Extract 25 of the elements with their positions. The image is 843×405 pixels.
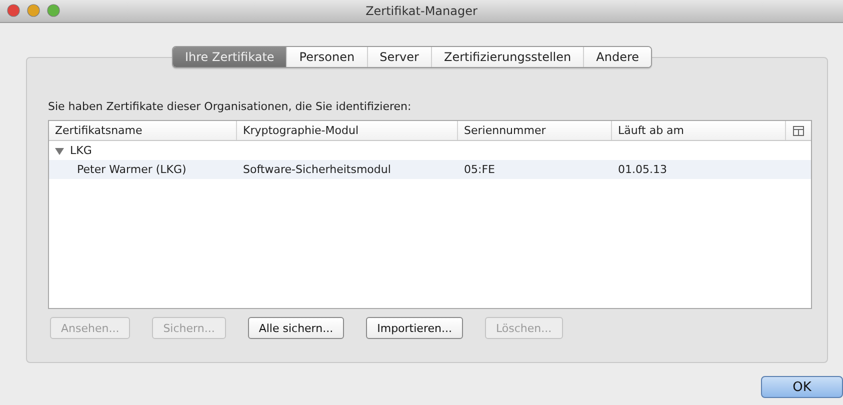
minimize-icon[interactable]: [27, 4, 40, 17]
close-icon[interactable]: [7, 4, 20, 17]
column-header[interactable]: Läuft ab am: [612, 121, 786, 140]
table-row[interactable]: Peter Warmer (LKG) Software-Sicherheitsmodul 05:FE 01.05.13: [49, 160, 811, 179]
tab[interactable]: Ihre Zertifikate: [172, 47, 286, 67]
column-header[interactable]: Seriennummer: [458, 121, 612, 140]
column-header[interactable]: Kryptographie-Modul: [237, 121, 458, 140]
action-button[interactable]: Alle sichern...: [248, 317, 344, 339]
tab[interactable]: Personen: [286, 47, 367, 67]
table-cell-text: 01.05.13: [617, 163, 668, 176]
action-button[interactable]: Importieren...: [366, 317, 463, 339]
window-title: Zertifikat-Manager: [366, 4, 478, 18]
group-name: LKG: [70, 144, 92, 157]
column-picker-icon[interactable]: [793, 126, 804, 136]
ok-button[interactable]: OK: [761, 376, 843, 398]
intro-text: Sie haben Zertifikate dieser Organisationen, die Sie identifizieren:: [48, 100, 412, 113]
tab[interactable]: Server: [366, 47, 431, 67]
table-cell-text: Software-Sicherheitsmodul: [242, 163, 392, 176]
tab[interactable]: Andere: [583, 47, 652, 67]
column-header[interactable]: Zertifikatsname: [49, 121, 237, 140]
table-cell-text: 05:FE: [463, 163, 496, 176]
table-cell-text: Peter Warmer (LKG): [76, 163, 188, 176]
tab[interactable]: Zertifizierungsstellen: [430, 47, 584, 67]
zoom-icon[interactable]: [47, 4, 60, 17]
disclosure-triangle-icon[interactable]: [55, 146, 64, 154]
